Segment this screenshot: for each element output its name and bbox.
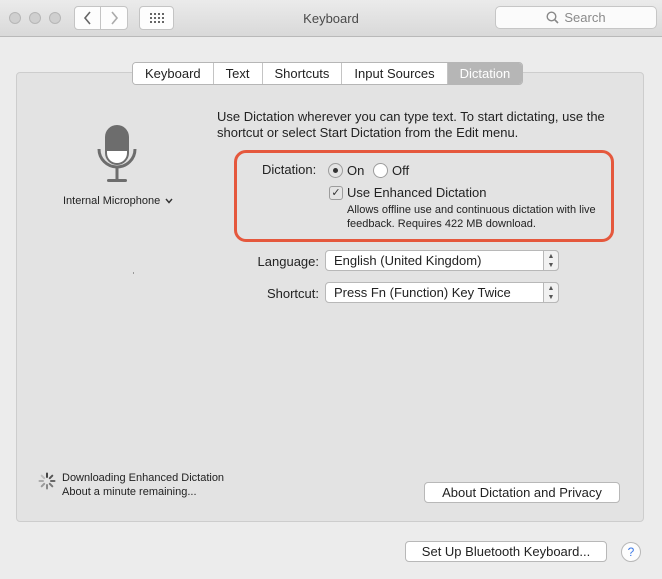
- shortcut-select[interactable]: Press Fn (Function) Key Twice ▲ ▼: [325, 282, 559, 303]
- intro-text: Use Dictation wherever you can type text…: [217, 109, 605, 140]
- language-value: English (United Kingdom): [334, 253, 482, 268]
- help-button[interactable]: ?: [621, 542, 641, 562]
- tab-dictation[interactable]: Dictation: [447, 63, 523, 84]
- tab-bar: Keyboard Text Shortcuts Input Sources Di…: [132, 62, 524, 85]
- search-placeholder: Search: [564, 10, 606, 25]
- language-select[interactable]: English (United Kingdom) ▲ ▼: [325, 250, 559, 271]
- about-dictation-privacy-button[interactable]: About Dictation and Privacy: [424, 482, 620, 503]
- search-field[interactable]: Search: [495, 6, 657, 29]
- dictation-on-radio[interactable]: [328, 163, 343, 178]
- search-icon: [546, 11, 559, 24]
- tab-text[interactable]: Text: [213, 63, 263, 84]
- shortcut-label: Shortcut:: [266, 286, 319, 301]
- dictation-label: Dictation:: [262, 162, 317, 177]
- updown-chevron-icon: ▲ ▼: [543, 250, 559, 271]
- setup-bluetooth-keyboard-button[interactable]: Set Up Bluetooth Keyboard...: [405, 541, 607, 562]
- enhanced-dictation-label[interactable]: Use Enhanced Dictation: [347, 185, 486, 200]
- title-bar: Keyboard Search: [0, 0, 662, 37]
- tab-shortcuts[interactable]: Shortcuts: [262, 63, 343, 84]
- microphone-label: Internal Microphone: [63, 195, 161, 207]
- divider-mark: [133, 272, 134, 274]
- tab-input-sources[interactable]: Input Sources: [342, 63, 448, 84]
- download-time-remaining: About a minute remaining...: [62, 486, 197, 498]
- microphone-icon: [96, 123, 138, 192]
- language-label: Language:: [257, 254, 319, 269]
- dictation-off-radio[interactable]: [373, 163, 388, 178]
- spinner-icon: [38, 472, 56, 493]
- enhanced-dictation-description: Allows offline use and continuous dictat…: [347, 204, 596, 230]
- enhanced-dictation-checkbox[interactable]: ✓: [329, 186, 343, 200]
- microphone-selector[interactable]: Internal Microphone: [63, 195, 173, 207]
- dictation-on-label[interactable]: On: [347, 163, 364, 178]
- dictation-off-label[interactable]: Off: [392, 163, 409, 178]
- shortcut-value: Press Fn (Function) Key Twice: [334, 285, 511, 300]
- chevron-down-icon: [165, 198, 173, 204]
- download-status: Downloading Enhanced Dictation: [62, 472, 225, 484]
- tab-keyboard[interactable]: Keyboard: [133, 63, 214, 84]
- updown-chevron-icon: ▲ ▼: [543, 282, 559, 303]
